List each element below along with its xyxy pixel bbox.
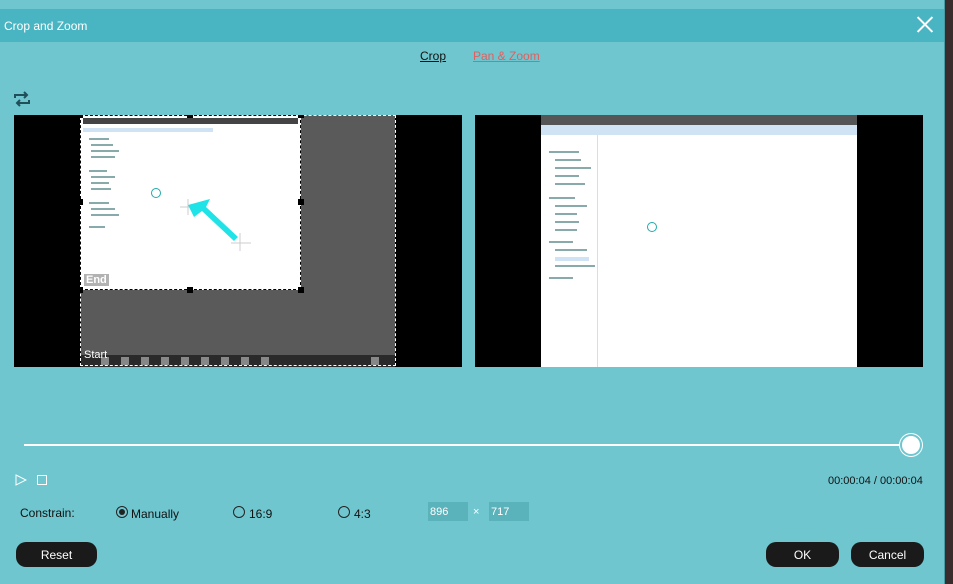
crop-zoom-dialog: Crop and Zoom Crop Pan & Zoom End Start … <box>0 0 945 584</box>
cursor-icon <box>647 222 657 232</box>
radio-manually-label: Manually <box>131 507 180 521</box>
constrain-label: Constrain: <box>20 506 75 520</box>
zoom-preview-panel <box>475 115 923 367</box>
cursor-icon <box>151 188 161 198</box>
height-input[interactable] <box>489 502 529 521</box>
dimension-separator: × <box>473 506 480 518</box>
end-label: End <box>84 274 109 286</box>
radio-16-9[interactable] <box>233 506 245 518</box>
timeline-slider-knob[interactable] <box>902 436 920 454</box>
title-bar: Crop and Zoom <box>0 9 944 42</box>
arrow-icon <box>180 199 251 251</box>
tab-pan-zoom[interactable]: Pan & Zoom <box>473 49 540 63</box>
repeat-icon[interactable] <box>13 91 31 107</box>
end-crop-region[interactable]: End <box>80 115 301 290</box>
radio-4-3-label: 4:3 <box>354 507 371 521</box>
timeline-slider[interactable] <box>24 444 911 446</box>
play-icon[interactable] <box>15 474 27 486</box>
radio-manually[interactable] <box>116 506 128 518</box>
ok-button[interactable]: OK <box>766 542 839 567</box>
reset-button[interactable]: Reset <box>16 542 97 567</box>
window-title: Crop and Zoom <box>4 19 88 33</box>
radio-16-9-label: 16:9 <box>249 507 273 521</box>
time-readout: 00:00:04 / 00:00:04 <box>828 475 923 487</box>
start-label: Start <box>84 349 108 361</box>
stop-icon[interactable] <box>37 475 47 485</box>
width-input[interactable] <box>428 502 468 521</box>
crop-preview-panel[interactable]: End Start <box>14 115 462 367</box>
tab-crop[interactable]: Crop <box>420 49 446 63</box>
zoomed-explorer-preview <box>541 115 857 367</box>
radio-4-3[interactable] <box>338 506 350 518</box>
cancel-button[interactable]: Cancel <box>851 542 924 567</box>
close-icon[interactable] <box>916 15 934 33</box>
